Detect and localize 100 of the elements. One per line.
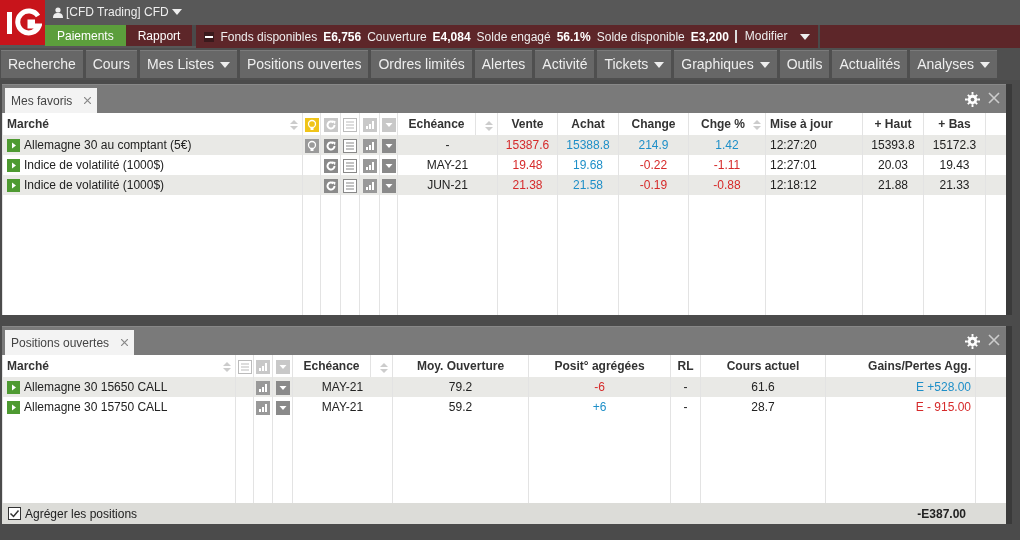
table-cell: -6 <box>528 377 671 397</box>
bar-chart-icon[interactable] <box>256 380 270 395</box>
play-icon[interactable] <box>7 178 20 192</box>
dropdown-icon[interactable] <box>381 158 396 173</box>
sort-icon[interactable] <box>223 361 231 373</box>
table-cell: 1.42 <box>688 135 766 155</box>
nav-menu-item[interactable]: Cours <box>85 50 138 78</box>
account-menu[interactable]: [CFD Trading] CFD <box>66 3 169 21</box>
close-icon[interactable] <box>84 97 92 104</box>
table-cell: 59.2 <box>392 397 529 417</box>
play-icon[interactable] <box>7 158 20 172</box>
panel-tab[interactable]: Positions ouvertes <box>5 330 135 355</box>
collapse-icon[interactable] <box>204 31 215 42</box>
report-button[interactable]: Rapport <box>125 25 197 46</box>
table-cell: E - 915.00 <box>825 397 976 417</box>
dropdown-icon[interactable] <box>275 400 290 415</box>
aggregate-checkbox[interactable]: Agréger les positions <box>8 504 138 523</box>
dropdown-icon[interactable] <box>381 117 396 132</box>
dropdown-icon[interactable] <box>275 359 290 374</box>
table-cell: MAY-21 <box>292 397 393 417</box>
table-cell: 79.2 <box>392 377 529 397</box>
checkbox-icon[interactable] <box>8 507 21 520</box>
close-icon[interactable] <box>121 339 129 346</box>
close-icon[interactable] <box>988 91 1000 104</box>
balance-value: 56.1% <box>556 28 591 46</box>
table-cell: MAY-21 <box>292 377 393 397</box>
table-cell: - <box>670 397 701 417</box>
table-cell: 15387.6 <box>497 135 558 155</box>
bar-chart-icon[interactable] <box>256 400 270 415</box>
table-cell: 15172.3 <box>923 135 986 155</box>
panel-tab[interactable]: Mes favoris <box>5 88 98 113</box>
dropdown-icon[interactable] <box>381 138 396 153</box>
list-icon[interactable] <box>237 359 252 374</box>
dropdown-icon[interactable] <box>381 178 396 193</box>
market-name[interactable]: Allemagne 30 15750 CALL <box>24 398 168 416</box>
caret-icon <box>799 33 810 40</box>
table-cell: 21.88 <box>862 175 924 195</box>
bar-chart-icon[interactable] <box>362 138 377 153</box>
market-name[interactable]: Indice de volatilité (1000$) <box>24 156 165 174</box>
bar-chart-icon[interactable] <box>362 117 377 132</box>
play-icon[interactable] <box>7 138 20 152</box>
settings-icon[interactable] <box>965 333 980 349</box>
lightbulb-icon[interactable] <box>304 117 319 132</box>
table-cell: - <box>397 135 498 155</box>
table-cell: JUN-21 <box>397 175 498 195</box>
bar-chart-icon[interactable] <box>256 359 270 374</box>
table-cell: 15393.8 <box>862 135 924 155</box>
refresh-icon[interactable] <box>323 117 338 132</box>
nav-menu-item[interactable]: Actualités <box>832 50 908 78</box>
nav-menu-item[interactable]: Tickets <box>597 50 672 78</box>
nav-menu-item[interactable]: Mes Listes <box>140 50 237 78</box>
nav-menu-item[interactable]: Alertes <box>474 50 533 78</box>
column-header[interactable]: Marché <box>7 359 50 373</box>
table-cell: 214.9 <box>618 135 689 155</box>
modify-button[interactable]: Modifier <box>734 30 810 43</box>
table-cell: E +528.00 <box>825 377 976 397</box>
nav-menu-item[interactable]: Recherche <box>1 50 83 78</box>
sort-icon[interactable] <box>290 119 298 131</box>
list-icon[interactable] <box>343 117 357 132</box>
play-icon[interactable] <box>7 400 20 414</box>
nav-menu-item[interactable]: Analyses <box>910 50 997 78</box>
bar-chart-icon[interactable] <box>362 178 377 193</box>
refresh-icon[interactable] <box>323 158 338 173</box>
column-header[interactable]: Chge % <box>701 117 745 131</box>
balance-value: E6,756 <box>323 28 362 46</box>
nav-menu-item[interactable]: Graphiques <box>674 50 777 78</box>
ig-logo <box>0 0 45 45</box>
balance-value: E3,200 <box>690 28 729 46</box>
nav-menu-item[interactable]: Ordres limités <box>371 50 472 78</box>
balance-label: Solde engagé <box>476 28 551 46</box>
nav-menu-item[interactable]: Positions ouvertes <box>240 50 369 78</box>
nav-menu-item[interactable]: Activité <box>535 50 595 78</box>
close-icon[interactable] <box>988 333 1000 346</box>
refresh-icon[interactable] <box>323 178 338 193</box>
refresh-icon[interactable] <box>323 138 338 153</box>
dropdown-icon[interactable] <box>275 380 290 395</box>
table-cell: +6 <box>528 397 671 417</box>
balance-label: Solde disponible <box>596 28 685 46</box>
user-icon <box>53 6 63 18</box>
sort-icon[interactable] <box>753 119 761 131</box>
bar-chart-icon[interactable] <box>362 158 377 173</box>
total-value: -E387.00 <box>917 505 966 523</box>
nav-menu-item[interactable]: Outils <box>779 50 830 78</box>
list-icon[interactable] <box>343 138 357 153</box>
lightbulb-icon[interactable] <box>304 138 319 153</box>
settings-icon[interactable] <box>965 91 980 107</box>
caret-icon <box>171 9 182 15</box>
table-cell: 21.33 <box>923 175 986 195</box>
play-icon[interactable] <box>7 380 20 394</box>
table-cell: 12:27:20 <box>765 135 863 155</box>
balance-label: Couverture <box>367 28 427 46</box>
list-icon[interactable] <box>343 178 357 193</box>
table-cell: -0.19 <box>618 175 689 195</box>
table-cell: 15388.8 <box>557 135 619 155</box>
list-icon[interactable] <box>343 158 357 173</box>
sort-icon[interactable] <box>380 362 388 374</box>
table-cell: 21.58 <box>557 175 619 195</box>
table-cell: - <box>670 377 701 397</box>
column-header[interactable]: Marché <box>7 117 50 131</box>
sort-icon[interactable] <box>485 120 493 132</box>
